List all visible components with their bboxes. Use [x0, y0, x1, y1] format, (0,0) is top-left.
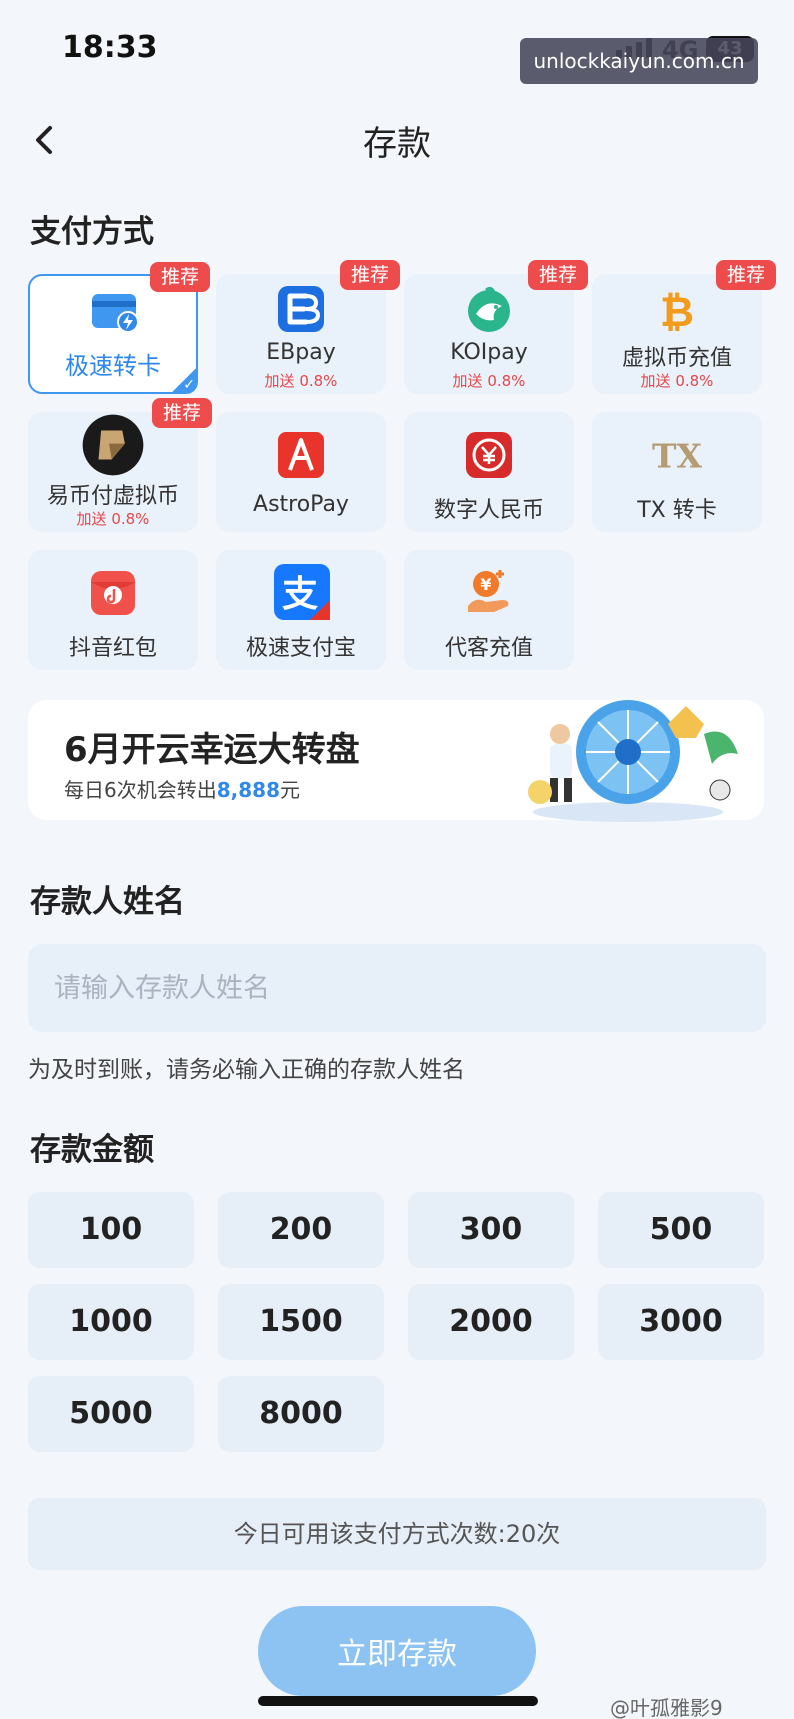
home-indicator [258, 1696, 538, 1706]
pay-method-fast-card[interactable]: 极速转卡 推荐 ✓ [28, 262, 210, 394]
yibifu-icon [82, 414, 144, 476]
recommend-badge: 推荐 [150, 262, 210, 292]
pay-method-bonus: 加送 0.8% [452, 372, 526, 390]
amount-option-1500[interactable]: 1500 [218, 1284, 384, 1360]
amount-option-300[interactable]: 300 [408, 1192, 574, 1268]
nav-bar: 存款 [0, 100, 794, 180]
pay-method-name: 易币付虚拟币 [46, 484, 179, 509]
amount-option-1000[interactable]: 1000 [28, 1284, 194, 1360]
pay-method-name: AstroPay [253, 492, 349, 517]
pay-method-name: 虚拟币充值 [621, 346, 732, 371]
depositor-name-input[interactable] [28, 944, 766, 1032]
koi-fish-icon [468, 286, 510, 332]
pay-method-name: EBpay [266, 340, 336, 365]
agent-topup-icon: ¥ [468, 570, 509, 612]
pay-method-name: 抖音红包 [68, 636, 157, 661]
pay-method-bonus: 加送 0.8% [76, 510, 150, 528]
amount-option-500[interactable]: 500 [598, 1192, 764, 1268]
lucky-wheel-illustration [528, 700, 738, 822]
recommend-badge: 推荐 [716, 260, 776, 290]
banner-sub-suffix: 元 [280, 778, 300, 802]
selected-check-icon: ✓ [170, 366, 198, 394]
astropay-icon [278, 432, 324, 478]
watermark-url: unlockkaiyun.com.cn [520, 38, 758, 84]
bitcoin-icon: ₿ [660, 287, 694, 334]
amount-option-3000[interactable]: 3000 [598, 1284, 764, 1360]
pay-method-crypto[interactable]: ₿ 虚拟币充值 加送 0.8% 推荐 [592, 260, 776, 394]
svg-text:TX: TX [652, 437, 702, 476]
pay-method-name: 极速支付宝 [245, 636, 356, 661]
pay-method-alipay[interactable]: 支 极速支付宝 [216, 550, 386, 670]
card-bolt-icon [92, 294, 139, 333]
pay-method-name: 代客充值 [444, 636, 533, 661]
amount-option-200[interactable]: 200 [218, 1192, 384, 1268]
status-time: 18:33 [62, 30, 158, 65]
ebpay-icon [278, 286, 324, 332]
amount-option-5000[interactable]: 5000 [28, 1376, 194, 1452]
recommend-badge: 推荐 [528, 260, 588, 290]
svg-text:¥: ¥ [480, 575, 491, 594]
pay-method-tx-card[interactable]: TX TX 转卡 [592, 412, 762, 532]
pay-method-yibifu[interactable]: 易币付虚拟币 加送 0.8% 推荐 [28, 398, 212, 532]
alipay-icon: 支 [274, 564, 330, 620]
douyin-redpacket-icon [91, 571, 135, 615]
depositor-section-title: 存款人姓名 [30, 884, 185, 920]
pay-method-digital-rmb[interactable]: 数字人民币 [404, 412, 574, 532]
pay-method-name: TX 转卡 [637, 498, 717, 523]
banner-sub-prefix: 每日6次机会转出 [64, 778, 217, 802]
amount-option-100[interactable]: 100 [28, 1192, 194, 1268]
banner-subtitle: 每日6次机会转出8,888元 [64, 774, 300, 803]
pay-method-bonus: 加送 0.8% [640, 372, 714, 390]
submit-deposit-button[interactable]: 立即存款 [258, 1606, 536, 1696]
digital-rmb-icon [466, 432, 512, 478]
pay-method-douyin[interactable]: 抖音红包 [28, 550, 198, 670]
status-bar: 18:33 4G 43 unlockkaiyun.com.cn [0, 0, 794, 100]
tx-icon: TX [652, 437, 702, 476]
usage-count-info: 今日可用该支付方式次数:20次 [28, 1498, 766, 1570]
recommend-badge: 推荐 [152, 398, 212, 428]
amount-option-2000[interactable]: 2000 [408, 1284, 574, 1360]
recommend-badge: 推荐 [340, 260, 400, 290]
pay-method-bonus: 加送 0.8% [264, 372, 338, 390]
pay-method-name: KOIpay [450, 340, 528, 365]
depositor-hint: 为及时到账，请务必输入正确的存款人姓名 [28, 1057, 465, 1083]
svg-text:支: 支 [282, 574, 318, 615]
amount-section-title: 存款金额 [30, 1132, 154, 1168]
pay-method-astropay[interactable]: AstroPay [216, 412, 386, 532]
pay-method-agent[interactable]: ¥ 代客充值 [404, 550, 574, 670]
pay-method-name: 数字人民币 [433, 498, 544, 523]
amount-option-8000[interactable]: 8000 [218, 1376, 384, 1452]
page-title: 存款 [363, 124, 431, 164]
watermark-author: @叶孤雅影9 [610, 1696, 723, 1719]
pay-method-ebpay[interactable]: EBpay 加送 0.8% 推荐 [216, 260, 400, 394]
pay-method-koipay[interactable]: KOIpay 加送 0.8% 推荐 [404, 260, 588, 394]
banner-title: 6月开云幸运大转盘 [64, 730, 360, 770]
banner-sub-amount: 8,888 [216, 778, 280, 802]
promo-banner[interactable]: 6月开云幸运大转盘 每日6次机会转出8,888元 [28, 700, 764, 822]
svg-text:₿: ₿ [660, 287, 694, 334]
payment-section-title: 支付方式 [30, 214, 154, 250]
